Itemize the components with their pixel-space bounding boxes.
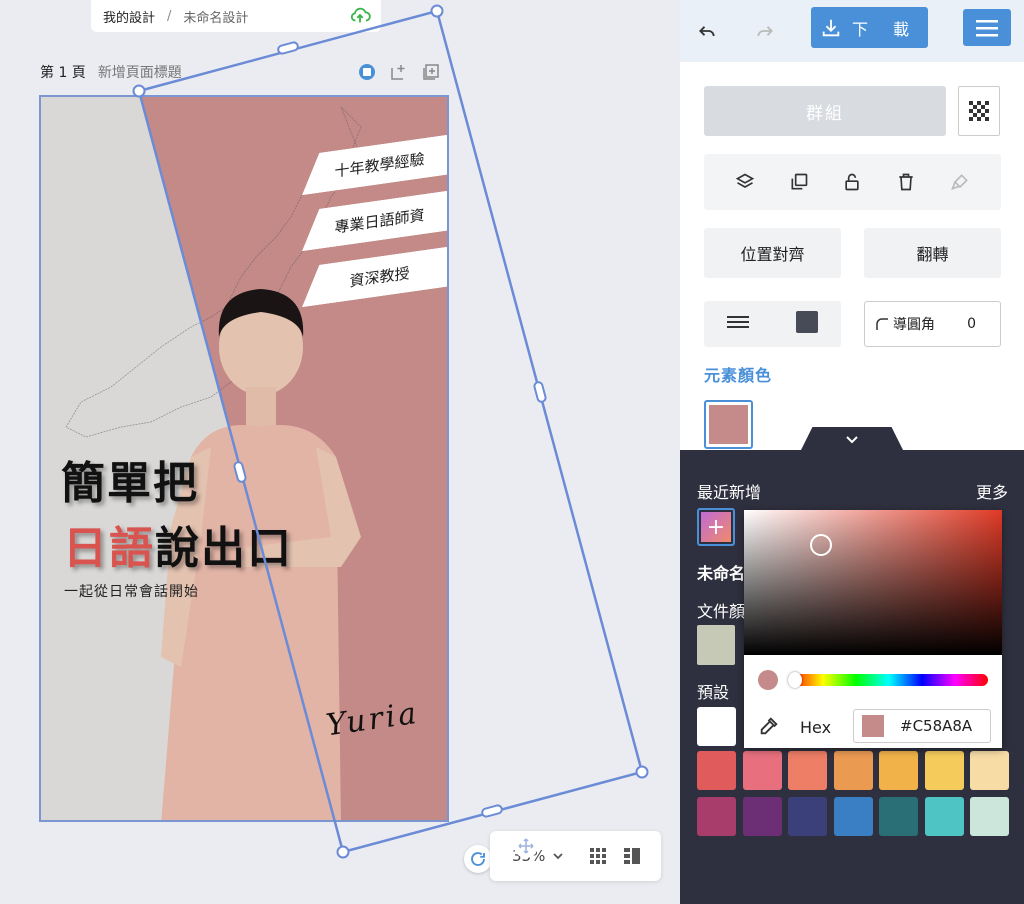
hex-input[interactable]: #C58A8A (853, 709, 991, 743)
headline-line1[interactable]: 簡單把 (61, 447, 199, 511)
properties-panel: 下 載 群組 位置對齊 翻轉 導圓角 0 元素顏色 最近新增 更多 + 未命名 … (680, 0, 1024, 904)
page-number: 第 1 頁 (40, 65, 86, 81)
chevron-down-icon[interactable] (551, 849, 565, 863)
corner-radius-field[interactable]: 導圓角 0 (864, 301, 1001, 347)
resize-handle-bl[interactable] (336, 845, 350, 859)
hex-label: Hex (800, 718, 832, 737)
preset-swatch[interactable] (788, 797, 827, 836)
menu-button[interactable] (963, 9, 1011, 46)
resize-handle-tr[interactable] (430, 4, 444, 18)
preset-swatch[interactable] (970, 751, 1009, 790)
recent-colors-label: 最近新增 (697, 483, 762, 502)
move-icon (518, 838, 534, 854)
hex-value[interactable]: #C58A8A (900, 717, 972, 735)
cloud-upload-icon[interactable] (349, 5, 371, 27)
corner-radius-icon (876, 318, 888, 330)
preset-swatch[interactable] (742, 797, 782, 836)
color-picker: Hex #C58A8A (744, 510, 1002, 748)
collapse-tab[interactable] (800, 427, 904, 452)
breadcrumb: 我的設計 / 未命名設計 (91, 0, 381, 32)
grid-view-icon[interactable] (587, 845, 609, 867)
preset-swatch[interactable] (924, 797, 964, 836)
layers-icon[interactable] (733, 170, 757, 194)
subline-text[interactable]: 一起從日常會話開始 (64, 581, 199, 601)
corner-radius-label: 導圓角 (893, 317, 935, 333)
preset-swatch[interactable] (924, 751, 964, 790)
eyedropper-icon[interactable] (758, 715, 780, 737)
redo-icon[interactable] (752, 18, 778, 44)
page-settings-icon[interactable] (356, 61, 378, 83)
canvas-area: 我的設計 / 未命名設計 第 1 頁 新增頁面標題 十年教學經驗 專業日語師資 … (0, 0, 680, 904)
breadcrumb-separator: / (167, 8, 172, 24)
download-button[interactable]: 下 載 (811, 7, 928, 48)
add-page-icon[interactable] (388, 61, 410, 83)
preset-swatch[interactable] (833, 751, 873, 790)
trash-icon[interactable] (894, 170, 918, 194)
headline-line2[interactable]: 日語說出口 (63, 512, 293, 576)
rotate-handle[interactable] (464, 845, 492, 873)
preset-swatch[interactable] (697, 751, 736, 790)
preset-swatch[interactable] (970, 797, 1009, 836)
chevron-down-icon (846, 435, 858, 443)
rotate-icon (471, 852, 485, 866)
plus-icon: + (701, 512, 731, 542)
page-header: 第 1 頁 新增頁面標題 (40, 62, 182, 82)
hex-swatch (862, 715, 884, 737)
more-colors-link[interactable]: 更多 (976, 479, 1008, 503)
undo-icon[interactable] (694, 18, 720, 44)
download-icon (822, 19, 840, 36)
menu-icon (976, 19, 998, 36)
page-tools (356, 61, 442, 83)
line-style-icon[interactable] (727, 314, 750, 334)
hue-knob[interactable] (788, 672, 802, 688)
headline-accent: 日語 (63, 523, 155, 574)
preset-swatch[interactable] (879, 797, 918, 836)
preset-swatch[interactable] (697, 707, 736, 746)
duplicate-page-icon[interactable] (420, 61, 442, 83)
align-button[interactable]: 位置對齊 (704, 228, 841, 278)
stroke-controls (704, 301, 841, 347)
element-color-title: 元素顏色 (704, 366, 773, 385)
group-button[interactable]: 群組 (704, 86, 946, 136)
breadcrumb-current[interactable]: 未命名設計 (183, 7, 248, 26)
corner-radius-value[interactable]: 0 (967, 316, 976, 332)
unlock-icon[interactable] (840, 170, 864, 194)
headline-rest: 說出口 (155, 523, 293, 574)
page-title-input[interactable]: 新增頁面標題 (98, 62, 182, 82)
add-color-button[interactable]: + (697, 508, 735, 546)
preset-swatch[interactable] (697, 797, 736, 836)
palette-name-label: 未命名 (697, 564, 746, 583)
preset-swatch[interactable] (879, 751, 918, 790)
preset-swatch[interactable] (788, 751, 827, 790)
preset-colors-label: 預設 (697, 683, 730, 702)
move-handle[interactable] (514, 834, 538, 858)
panel-toolbar: 下 載 (680, 0, 1024, 62)
document-color-swatch[interactable] (697, 625, 735, 665)
duplicate-icon[interactable] (787, 170, 811, 194)
saturation-knob[interactable] (810, 534, 832, 556)
breadcrumb-root[interactable]: 我的設計 (103, 7, 155, 26)
checkerboard-icon (969, 101, 989, 121)
resize-handle-br[interactable] (635, 765, 649, 779)
resize-handle-top[interactable] (277, 41, 299, 55)
document-colors-label: 文件顏 (697, 602, 746, 621)
current-color-dot (758, 670, 778, 690)
page-panel-icon[interactable] (621, 845, 643, 867)
brush-icon (948, 170, 972, 194)
download-label: 下 載 (851, 19, 920, 39)
flip-button[interactable]: 翻轉 (864, 228, 1001, 278)
transparency-button[interactable] (958, 86, 1000, 136)
element-color-swatch[interactable] (704, 400, 753, 449)
preset-swatch[interactable] (833, 797, 873, 836)
design-artboard[interactable]: 十年教學經驗 專業日語師資 資深教授 簡單把 日語說出口 一起從日常會話開始 Y… (39, 95, 449, 822)
hue-slider[interactable] (790, 674, 988, 686)
resize-handle-bottom[interactable] (481, 804, 503, 818)
preset-swatch[interactable] (742, 751, 782, 790)
element-actions (704, 154, 1001, 210)
stroke-color-icon[interactable] (795, 311, 818, 337)
saturation-value-area[interactable] (744, 510, 1002, 655)
resize-handle-right[interactable] (533, 381, 547, 403)
